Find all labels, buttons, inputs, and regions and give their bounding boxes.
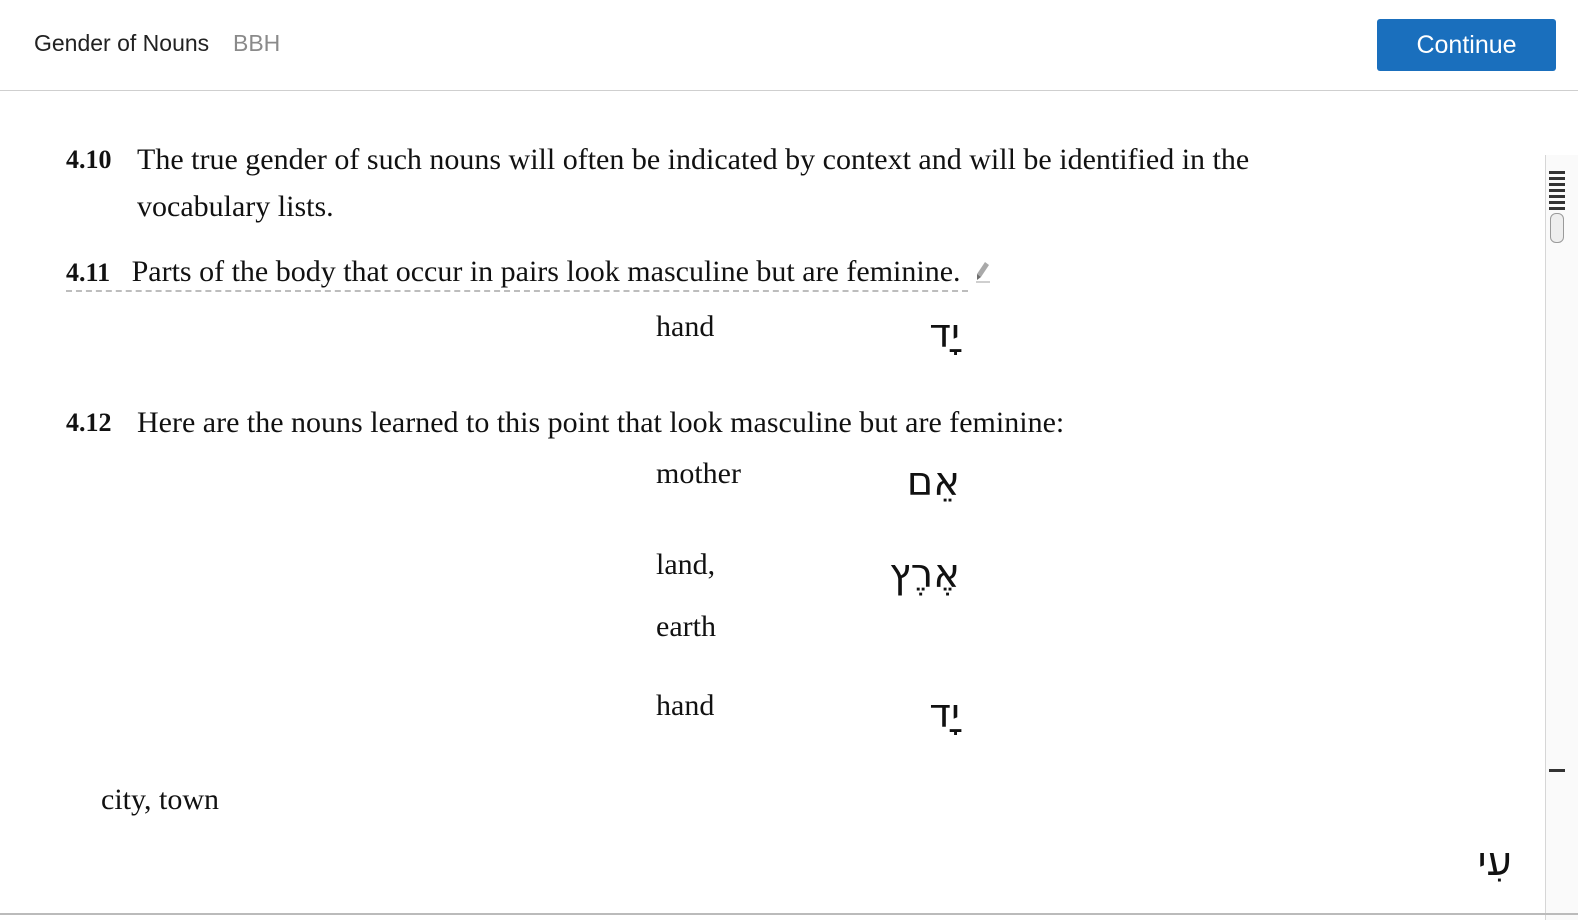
top-bar: Gender of Nouns BBH Continue (0, 0, 1578, 91)
vocab-hebrew: אֵם (906, 459, 960, 505)
vocab-hebrew: יָד (929, 691, 960, 737)
scroll-marker (1549, 201, 1565, 204)
vocab-english: land, (656, 548, 716, 581)
scroll-marker (1549, 183, 1565, 186)
vocab-hebrew: אֶרֶץ (889, 551, 960, 597)
section-number: 4.10 (66, 145, 112, 174)
lesson-title: Gender of Nouns (34, 30, 210, 56)
scroll-marker (1549, 195, 1565, 198)
vocab-english-line2: earth (656, 610, 716, 643)
lesson-content: 4.10 The true gender of such nouns will … (0, 91, 1545, 920)
scroll-marker (1549, 769, 1565, 772)
scroll-marker (1549, 171, 1565, 174)
vocab-english: mother (656, 457, 741, 490)
pencil-icon[interactable] (976, 250, 991, 283)
scroll-marker (1549, 189, 1565, 192)
course-tag: BBH (233, 30, 281, 56)
vocab-hebrew: יָד (929, 311, 960, 357)
scroll-marker (1549, 177, 1565, 180)
vocab-english: hand (656, 310, 715, 343)
section-text: Parts of the body that occur in pairs lo… (131, 255, 961, 288)
section-text: The true gender of such nouns will often… (137, 143, 1250, 176)
highlighted-sentence[interactable]: 4.11 Parts of the body that occur in pai… (66, 255, 969, 292)
scrollbar[interactable] (1545, 155, 1578, 920)
section-number: 4.11 (66, 258, 111, 287)
section-number: 4.12 (66, 408, 112, 437)
bottom-divider (0, 913, 1578, 915)
scroll-marker (1549, 207, 1565, 210)
vocab-english: hand (656, 689, 715, 722)
scroll-thumb[interactable] (1550, 213, 1564, 243)
section-4-12: 4.12 Here are the nouns learned to this … (66, 399, 1446, 446)
vocab-english: city, town (101, 783, 220, 816)
section-text-continued: vocabulary lists. (137, 190, 334, 223)
vocab-hebrew: עִי (1477, 839, 1512, 885)
section-4-10: 4.10 The true gender of such nouns will … (66, 136, 1446, 230)
section-text: Here are the nouns learned to this point… (137, 406, 1065, 439)
section-4-11: 4.11 Parts of the body that occur in pai… (66, 248, 1446, 296)
continue-button[interactable]: Continue (1377, 19, 1556, 71)
